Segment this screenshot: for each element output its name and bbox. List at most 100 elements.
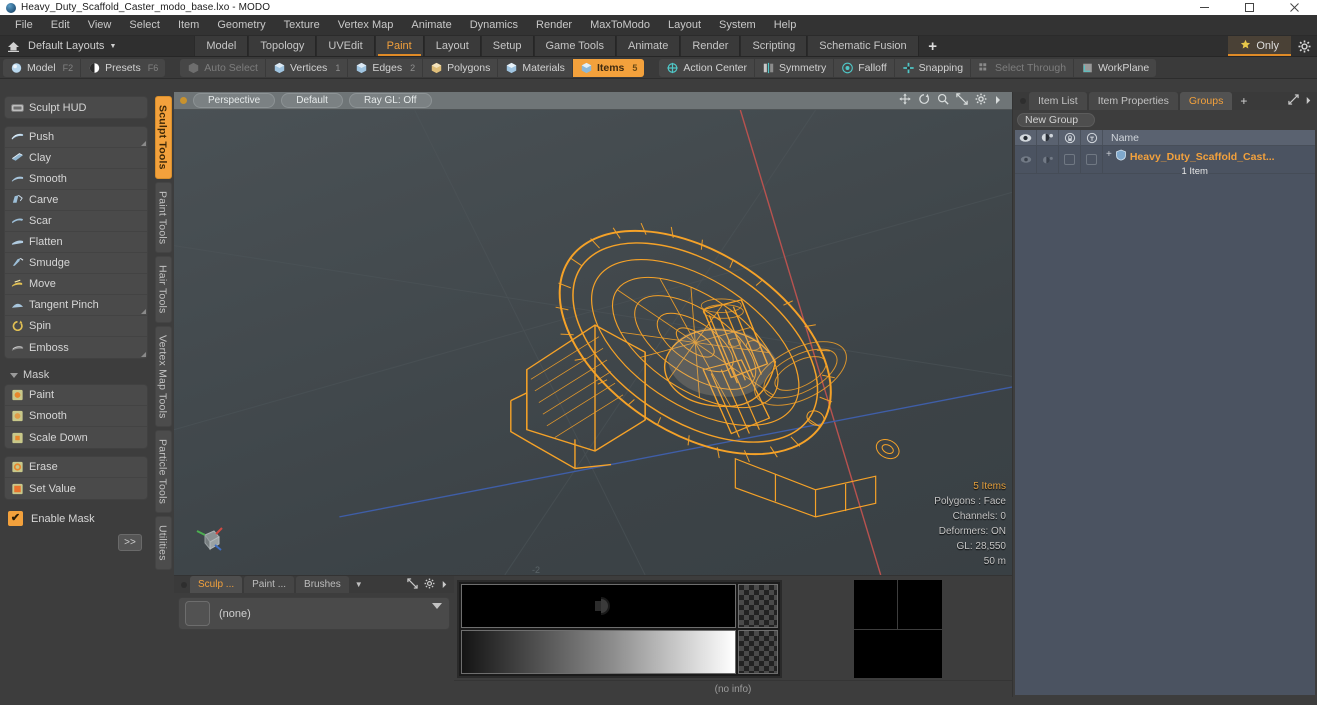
bottom-tab-sculpt[interactable]: Sculp ... <box>190 576 243 593</box>
groups-list[interactable]: Name + Heavy_Duty_Scaffold_Cast... 1 Ite… <box>1015 130 1315 695</box>
minimize-icon[interactable] <box>1182 0 1227 15</box>
menu-select[interactable]: Select <box>120 16 169 34</box>
tab-item-properties[interactable]: Item Properties <box>1088 92 1178 110</box>
only-toggle-button[interactable]: Only <box>1228 36 1291 56</box>
mask-section-header[interactable]: Mask <box>4 366 148 384</box>
brush-thumbnail-grid[interactable] <box>853 580 942 678</box>
menu-geometry[interactable]: Geometry <box>208 16 274 34</box>
sculpt-hud-button[interactable]: Sculpt HUD <box>5 97 147 118</box>
mask-set-value-button[interactable]: Set Value <box>5 478 147 499</box>
tab-layout[interactable]: Layout <box>423 36 481 56</box>
add-layout-tab-button[interactable]: + <box>919 36 947 56</box>
lock-icon[interactable] <box>180 97 187 104</box>
menu-item[interactable]: Item <box>169 16 208 34</box>
add-panel-tab-button[interactable]: + <box>1234 92 1253 110</box>
expand-icon[interactable] <box>407 576 418 594</box>
check-icon[interactable]: ✔ <box>8 511 23 526</box>
tool-options-corner[interactable] <box>141 352 146 357</box>
close-icon[interactable] <box>1272 0 1317 15</box>
viewport-raygl-selector[interactable]: Ray GL: Off <box>348 93 432 108</box>
vtab-hair-tools[interactable]: Hair Tools <box>154 256 172 323</box>
brush-shape-preview[interactable] <box>461 584 736 628</box>
tool-clay[interactable]: Clay <box>5 148 147 169</box>
rotate-icon[interactable] <box>918 92 930 110</box>
select-column-icon[interactable] <box>1081 130 1103 145</box>
tool-move[interactable]: Move <box>5 274 147 295</box>
falloff-button[interactable]: Falloff <box>834 58 895 77</box>
brush-value-ramp[interactable] <box>461 630 736 674</box>
mode-model-button[interactable]: Model F2 <box>3 58 82 77</box>
move-icon[interactable] <box>899 92 911 110</box>
panel-menu-icon[interactable] <box>178 576 190 593</box>
chevron-right-icon[interactable] <box>1305 92 1312 110</box>
brush-shape-alpha-chip[interactable] <box>738 584 778 628</box>
tab-render[interactable]: Render <box>680 36 741 56</box>
render-icon[interactable] <box>1037 130 1059 145</box>
bottom-tab-paint[interactable]: Paint ... <box>244 576 295 593</box>
lock-column-icon[interactable] <box>1059 130 1081 145</box>
table-row[interactable]: + Heavy_Duty_Scaffold_Cast... 1 Item <box>1015 146 1315 177</box>
mask-scale-down-button[interactable]: Scale Down <box>5 427 147 448</box>
menu-maxtomodo[interactable]: MaxToModo <box>581 16 659 34</box>
edges-button[interactable]: Edges 2 <box>348 58 424 77</box>
chevron-down-icon[interactable] <box>432 603 442 609</box>
vtab-paint-tools[interactable]: Paint Tools <box>154 181 172 253</box>
auto-select-button[interactable]: Auto Select <box>180 58 266 77</box>
layout-selector[interactable]: Default Layouts ▼ <box>26 36 124 56</box>
row-visibility-toggle[interactable] <box>1015 146 1037 173</box>
zoom-icon[interactable] <box>937 92 949 110</box>
menu-help[interactable]: Help <box>765 16 806 34</box>
tab-uvedit[interactable]: UVEdit <box>316 36 375 56</box>
select-through-button[interactable]: Select Through <box>971 58 1075 77</box>
menu-dynamics[interactable]: Dynamics <box>461 16 527 34</box>
menu-view[interactable]: View <box>79 16 121 34</box>
tab-game-tools[interactable]: Game Tools <box>533 36 616 56</box>
menu-animate[interactable]: Animate <box>402 16 460 34</box>
tab-paint[interactable]: Paint <box>374 36 424 56</box>
tab-model[interactable]: Model <box>194 36 249 56</box>
vtab-vertex-map-tools[interactable]: Vertex Map Tools <box>154 325 172 428</box>
gear-icon[interactable] <box>424 576 435 594</box>
items-button[interactable]: Items 5 <box>572 58 645 77</box>
tab-animate[interactable]: Animate <box>616 36 681 56</box>
tool-emboss[interactable]: Emboss <box>5 337 147 358</box>
mode-presets-button[interactable]: Presets F6 <box>81 59 165 77</box>
tool-push[interactable]: Push <box>5 127 147 148</box>
viewport-shading-selector[interactable]: Default <box>281 93 343 108</box>
viewport-3d[interactable]: -2 5 Items Polygons : Face Channels: 0 D… <box>174 110 1012 575</box>
tab-groups[interactable]: Groups <box>1179 92 1233 110</box>
tool-smooth[interactable]: Smooth <box>5 169 147 190</box>
materials-button[interactable]: Materials <box>498 58 573 77</box>
brush-value-alpha-chip[interactable] <box>738 630 778 674</box>
tool-smudge[interactable]: Smudge <box>5 253 147 274</box>
polygons-button[interactable]: Polygons <box>423 58 499 77</box>
chevron-right-icon[interactable] <box>441 576 448 594</box>
fit-icon[interactable] <box>956 92 968 110</box>
tool-tangent-pinch[interactable]: Tangent Pinch <box>5 295 147 316</box>
chevron-down-icon[interactable]: ▼ <box>351 576 367 593</box>
vtab-sculpt-tools[interactable]: Sculpt Tools <box>154 96 172 179</box>
row-name-cell[interactable]: + Heavy_Duty_Scaffold_Cast... 1 Item <box>1103 146 1315 177</box>
tab-item-list[interactable]: Item List <box>1029 92 1087 110</box>
expand-row-button[interactable]: + <box>1105 148 1115 160</box>
tool-options-corner[interactable] <box>141 309 146 314</box>
symmetry-button[interactable]: Symmetry <box>755 58 835 77</box>
menu-render[interactable]: Render <box>527 16 581 34</box>
tab-scripting[interactable]: Scripting <box>740 36 808 56</box>
tool-options-corner[interactable] <box>141 141 146 146</box>
tool-spin[interactable]: Spin <box>5 316 147 337</box>
expand-icon[interactable] <box>1288 92 1299 110</box>
menu-layout[interactable]: Layout <box>659 16 710 34</box>
tool-scar[interactable]: Scar <box>5 211 147 232</box>
snapping-button[interactable]: Snapping <box>895 58 972 77</box>
action-center-button[interactable]: Action Center <box>659 58 756 77</box>
axis-gizmo-icon[interactable] <box>192 521 228 557</box>
gear-icon[interactable] <box>975 92 987 110</box>
tab-schematic-fusion[interactable]: Schematic Fusion <box>807 36 919 56</box>
enable-mask-row[interactable]: ✔ Enable Mask <box>4 507 148 530</box>
workplane-button[interactable]: WorkPlane <box>1074 59 1156 77</box>
brush-thumbnail[interactable] <box>853 629 942 678</box>
vtab-utilities[interactable]: Utilities <box>154 516 172 570</box>
vtab-particle-tools[interactable]: Particle Tools <box>154 430 172 514</box>
eye-icon[interactable] <box>1015 130 1037 145</box>
